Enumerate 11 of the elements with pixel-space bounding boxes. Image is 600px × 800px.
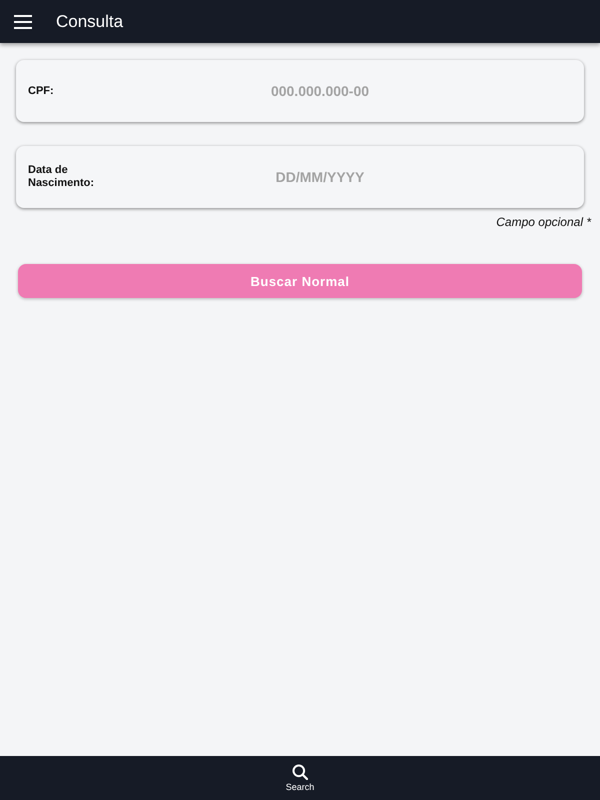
search-icon [292,764,308,780]
nav-item[interactable]: Search [282,764,318,792]
field-label: CPF: [28,84,55,98]
menu-button[interactable] [14,14,32,28]
nav-label: Search [286,782,314,792]
field-label: Data de Nascimento: [28,164,96,190]
input-field[interactable]: DD/MM/YYYY [104,166,536,188]
menu-icon [14,14,32,28]
page-title: Consulta [56,12,124,32]
input-field[interactable]: 000.000.000-00 [104,80,536,102]
optional-note: Campo opcional * [496,215,591,229]
